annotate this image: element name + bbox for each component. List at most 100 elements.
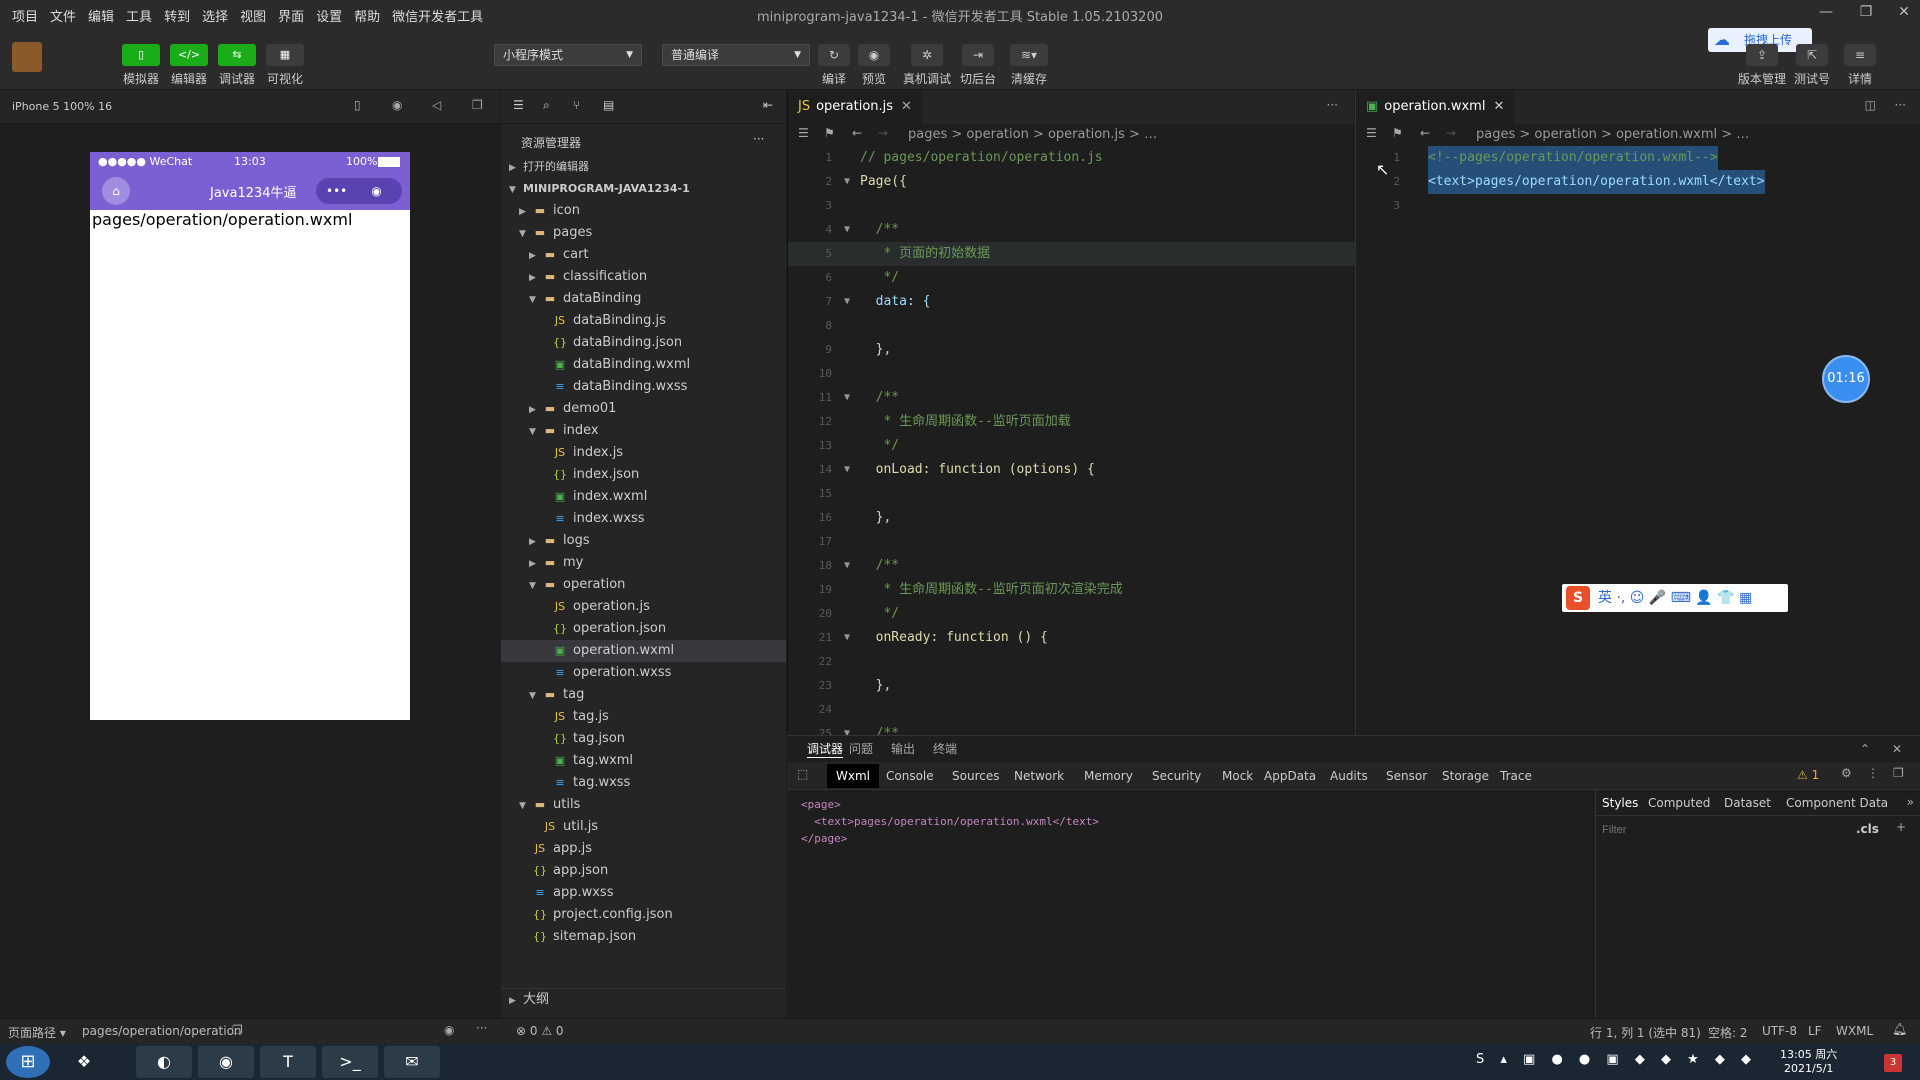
avatar[interactable]: [12, 42, 42, 72]
undock-icon[interactable]: ❐: [1893, 766, 1904, 780]
open-editors-section[interactable]: ▶ 打开的编辑器: [501, 156, 786, 178]
capsule-button[interactable]: ••• ◉: [316, 178, 402, 204]
menu-item[interactable]: 帮助: [348, 6, 386, 25]
file-item[interactable]: ≡ dataBinding.wxss: [501, 376, 786, 398]
file-item[interactable]: ▣ tag.wxml: [501, 750, 786, 772]
menu-item[interactable]: 界面: [272, 6, 310, 25]
devtools-subtab[interactable]: Console: [877, 764, 943, 788]
breadcrumb[interactable]: pages > operation > operation.wxml > …: [1356, 124, 1920, 146]
back-icon[interactable]: ←: [852, 126, 862, 140]
forward-icon[interactable]: →: [878, 126, 888, 140]
warning-count[interactable]: ⚠ 1: [1797, 768, 1819, 782]
clear-cache-button[interactable]: ≋▾: [1010, 44, 1048, 66]
styles-filter-input[interactable]: [1602, 820, 1852, 840]
file-item[interactable]: ▣ operation.wxml: [501, 640, 786, 662]
fold-icon[interactable]: ▼: [844, 218, 850, 242]
collapse-sidebar-icon[interactable]: ⇤: [763, 98, 773, 112]
bookmark-icon[interactable]: ⚑: [1392, 126, 1403, 140]
menu-item[interactable]: 微信开发者工具: [386, 6, 489, 25]
devtools-subtab[interactable]: Network: [1005, 764, 1073, 788]
folder-item[interactable]: ▼ ▬ index: [501, 420, 786, 442]
close-panel-icon[interactable]: ✕: [1892, 742, 1902, 756]
indent-spaces[interactable]: 空格: 2: [1708, 1024, 1748, 1041]
list-icon[interactable]: ☰: [1366, 126, 1377, 140]
preview-button[interactable]: ◉: [858, 44, 890, 66]
tray-icons[interactable]: S ▴ ▣ ● ● ▣ ◆ ◆ ★ ◆ ◆: [1476, 1052, 1757, 1067]
folder-item[interactable]: ▶ ▬ cart: [501, 244, 786, 266]
devtools-tab[interactable]: 问题: [849, 740, 873, 757]
file-item[interactable]: ▣ index.wxml: [501, 486, 786, 508]
fold-icon[interactable]: ▼: [844, 554, 850, 578]
breadcrumb[interactable]: pages > operation > operation.js > …: [788, 124, 1354, 146]
devtools-subtab[interactable]: Trace: [1491, 764, 1541, 788]
remote-debug-button[interactable]: ✲: [911, 44, 943, 66]
devtools-subtab[interactable]: Memory: [1075, 764, 1142, 788]
file-item[interactable]: {} app.json: [501, 860, 786, 882]
fold-icon[interactable]: ▼: [844, 458, 850, 482]
fold-icon[interactable]: ▼: [844, 170, 850, 194]
styles-tab[interactable]: Component Data: [1786, 796, 1888, 810]
visual-toggle-button[interactable]: ▦: [266, 44, 304, 66]
menu-item[interactable]: 工具: [120, 6, 158, 25]
details-button[interactable]: ≡: [1844, 44, 1876, 66]
extensions-icon[interactable]: ▤: [603, 98, 614, 112]
file-item[interactable]: JS util.js: [501, 816, 786, 838]
file-item[interactable]: ≡ operation.wxss: [501, 662, 786, 684]
devtools-tab[interactable]: 调试器: [807, 740, 844, 758]
file-item[interactable]: ≡ tag.wxss: [501, 772, 786, 794]
volume-icon[interactable]: ◁: [432, 98, 441, 112]
devtools-subtab[interactable]: Sensor: [1377, 764, 1436, 788]
phone-icon[interactable]: ▯: [354, 98, 361, 112]
chevron-double-right-icon[interactable]: »: [1907, 795, 1914, 809]
menu-item[interactable]: 选择: [196, 6, 234, 25]
styles-tab[interactable]: Computed: [1648, 796, 1710, 810]
recording-timer[interactable]: 01:16: [1822, 355, 1870, 403]
file-item[interactable]: JS tag.js: [501, 706, 786, 728]
fold-icon[interactable]: ▼: [844, 386, 850, 410]
record-icon[interactable]: ◉: [392, 98, 402, 112]
styles-tab[interactable]: Dataset: [1724, 796, 1771, 810]
gear-icon[interactable]: ⚙: [1841, 766, 1852, 780]
menu-item[interactable]: 编辑: [82, 6, 120, 25]
wechat-devtools-icon[interactable]: >_: [322, 1046, 378, 1078]
folder-item[interactable]: ▶ ▬ classification: [501, 266, 786, 288]
forward-icon[interactable]: →: [1446, 126, 1456, 140]
code-area-js[interactable]: 1 // pages/operation/operation.js 2 ▼ Page({…: [788, 146, 1355, 735]
file-item[interactable]: {} operation.json: [501, 618, 786, 640]
debugger-toggle-button[interactable]: ⇆: [218, 44, 256, 66]
branch-icon[interactable]: ⑂: [573, 98, 580, 112]
devtools-subtab[interactable]: Audits: [1321, 764, 1377, 788]
browser-icon[interactable]: ◐: [136, 1046, 192, 1078]
tab-operation-wxml[interactable]: ▣ operation.wxml ✕: [1356, 90, 1515, 124]
file-item[interactable]: JS app.js: [501, 838, 786, 860]
close-icon[interactable]: ✕: [1493, 99, 1504, 114]
menu-item[interactable]: 项目: [6, 6, 44, 25]
fold-icon[interactable]: ▼: [844, 626, 850, 650]
file-item[interactable]: JS index.js: [501, 442, 786, 464]
tab-operation-js[interactable]: JS operation.js ✕: [788, 90, 922, 124]
chrome-icon[interactable]: ◉: [198, 1046, 254, 1078]
outline-section[interactable]: ▶ 大纲: [501, 988, 786, 1010]
close-target-icon[interactable]: ◉: [371, 184, 381, 198]
file-item[interactable]: ▣ dataBinding.wxml: [501, 354, 786, 376]
folder-item[interactable]: ▶ ▬ my: [501, 552, 786, 574]
menu-item[interactable]: 文件: [44, 6, 82, 25]
app-icon-1[interactable]: ❖: [56, 1046, 112, 1078]
file-item[interactable]: {} sitemap.json: [501, 926, 786, 948]
background-button[interactable]: ⇥: [962, 44, 994, 66]
styles-tab[interactable]: Styles: [1602, 796, 1638, 810]
folder-item[interactable]: ▶ ▬ icon: [501, 200, 786, 222]
test-no-button[interactable]: ⇱: [1796, 44, 1828, 66]
compile-mode-select[interactable]: 普通编译 ▼: [662, 44, 810, 66]
bell-icon[interactable]: 🔔︎: [1892, 1022, 1907, 1036]
list-icon[interactable]: ☰: [513, 98, 524, 112]
folder-item[interactable]: ▶ ▬ logs: [501, 530, 786, 552]
folder-item[interactable]: ▼ ▬ utils: [501, 794, 786, 816]
file-item[interactable]: JS operation.js: [501, 596, 786, 618]
file-item[interactable]: ≡ app.wxss: [501, 882, 786, 904]
close-icon[interactable]: ✕: [901, 99, 912, 114]
more-icon[interactable]: •••: [326, 184, 347, 198]
code-area-wxml[interactable]: 1 <!--pages/operation/operation.wxml--> 2 <…: [1356, 146, 1920, 735]
folder-item[interactable]: ▼ ▬ pages: [501, 222, 786, 244]
eye-icon[interactable]: ◉: [444, 1023, 454, 1037]
